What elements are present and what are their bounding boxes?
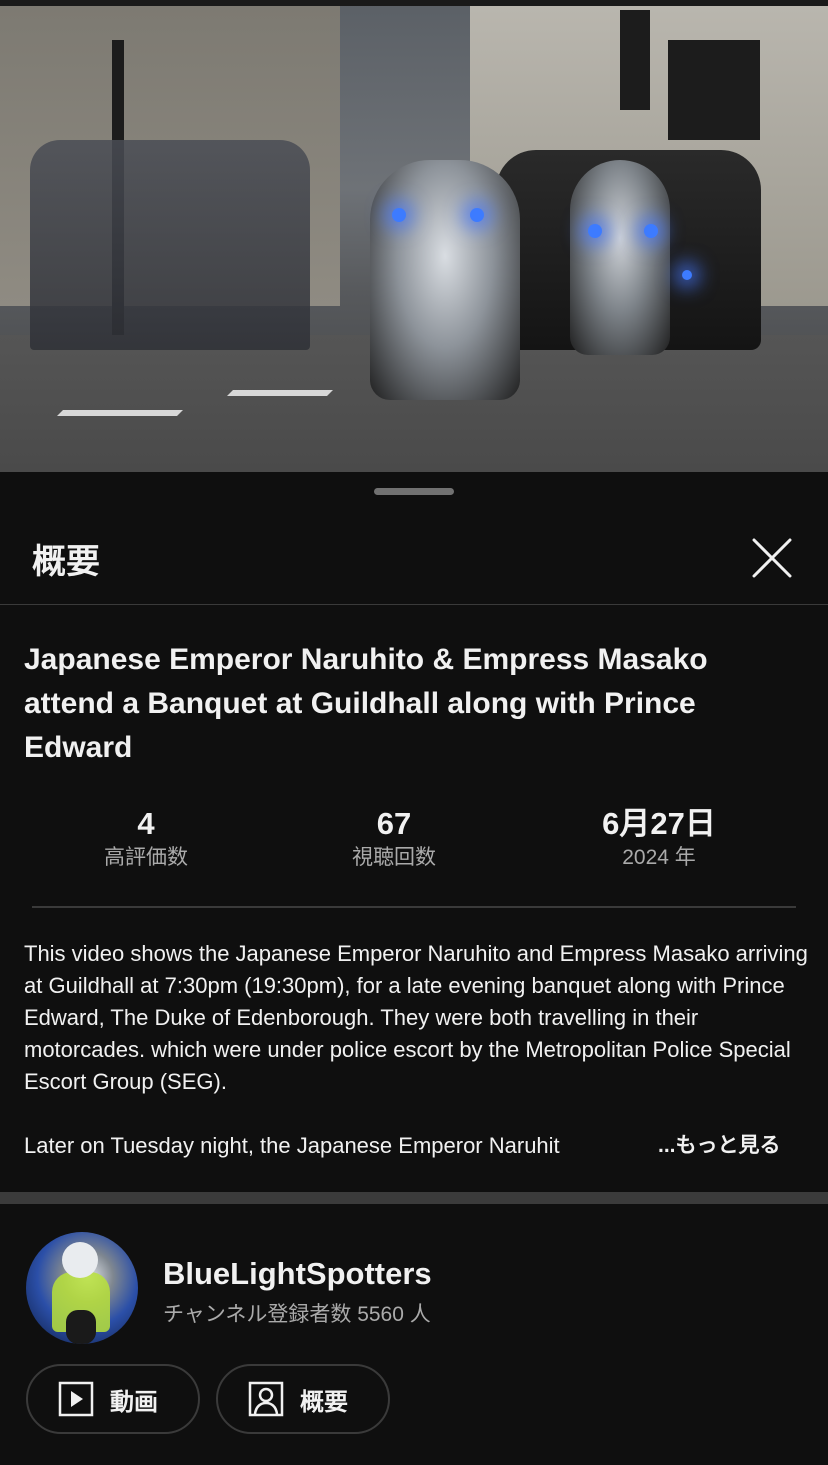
- about-button-label: 概要: [300, 1388, 348, 1416]
- videos-button-label: 動画: [110, 1388, 158, 1416]
- scene-traffic-light: [620, 10, 650, 110]
- description-paragraph-truncated: Later on Tuesday night, the Japanese Emp…: [24, 1133, 560, 1158]
- subscriber-count: チャンネル登録者数 5560 人: [163, 1303, 431, 1326]
- video-description[interactable]: This video shows the Japanese Emperor Na…: [24, 938, 814, 1098]
- description-sheet: 概要 Japanese Emperor Naruhito & Empress M…: [0, 472, 828, 1465]
- person-icon: [248, 1381, 284, 1417]
- publish-date: 6月27日: [602, 806, 716, 841]
- views-count: 67: [376, 806, 412, 841]
- video-title: Japanese Emperor Naruhito & Empress Masa…: [24, 643, 708, 764]
- show-more-link[interactable]: ...もっと見る: [654, 1130, 781, 1162]
- avatar-wheel: [66, 1310, 96, 1344]
- likes-count: 4: [137, 806, 155, 841]
- scene-motorcycle: [370, 160, 520, 400]
- scene-sign-board: [668, 40, 760, 140]
- description-paragraph: This video shows the Japanese Emperor Na…: [24, 941, 808, 1094]
- video-stats: 4 高評価数 67 視聴回数 6月27日 2024 年: [24, 804, 804, 880]
- channel-avatar[interactable]: [26, 1232, 138, 1344]
- page: 概要 Japanese Emperor Naruhito & Empress M…: [0, 0, 828, 1465]
- drag-handle[interactable]: [374, 488, 454, 495]
- scene-blue-light: [644, 224, 658, 238]
- close-icon: [752, 538, 792, 578]
- publish-year: 2024 年: [622, 846, 696, 869]
- scene-blue-light: [392, 208, 406, 222]
- avatar-rider-helmet: [62, 1242, 98, 1278]
- views-stat: 67 視聴回数: [274, 804, 514, 872]
- scene-road-marking: [227, 390, 333, 396]
- play-square-icon: [58, 1381, 94, 1417]
- video-player[interactable]: [0, 0, 828, 472]
- divider: [32, 906, 796, 908]
- scene-motorcycle: [570, 160, 670, 355]
- likes-label: 高評価数: [104, 846, 188, 869]
- close-button[interactable]: [748, 534, 796, 582]
- description-truncated-line[interactable]: Later on Tuesday night, the Japanese Emp…: [24, 1130, 804, 1162]
- section-divider: [0, 1192, 828, 1204]
- scene-pedestrians: [30, 140, 310, 350]
- channel-section: BlueLightSpotters チャンネル登録者数 5560 人 動画 概要: [0, 1204, 828, 1465]
- channel-name[interactable]: BlueLightSpotters: [163, 1256, 432, 1292]
- likes-stat: 4 高評価数: [26, 804, 266, 872]
- views-label: 視聴回数: [352, 846, 436, 869]
- videos-button[interactable]: 動画: [26, 1364, 200, 1434]
- scene-blue-light: [470, 208, 484, 222]
- scene-blue-light: [682, 270, 692, 280]
- date-stat: 6月27日 2024 年: [539, 804, 779, 872]
- about-button[interactable]: 概要: [216, 1364, 390, 1434]
- scene-blue-light: [588, 224, 602, 238]
- scene-road-marking: [57, 410, 183, 416]
- sheet-title: 概要: [32, 543, 100, 581]
- sheet-header: 概要: [0, 512, 828, 605]
